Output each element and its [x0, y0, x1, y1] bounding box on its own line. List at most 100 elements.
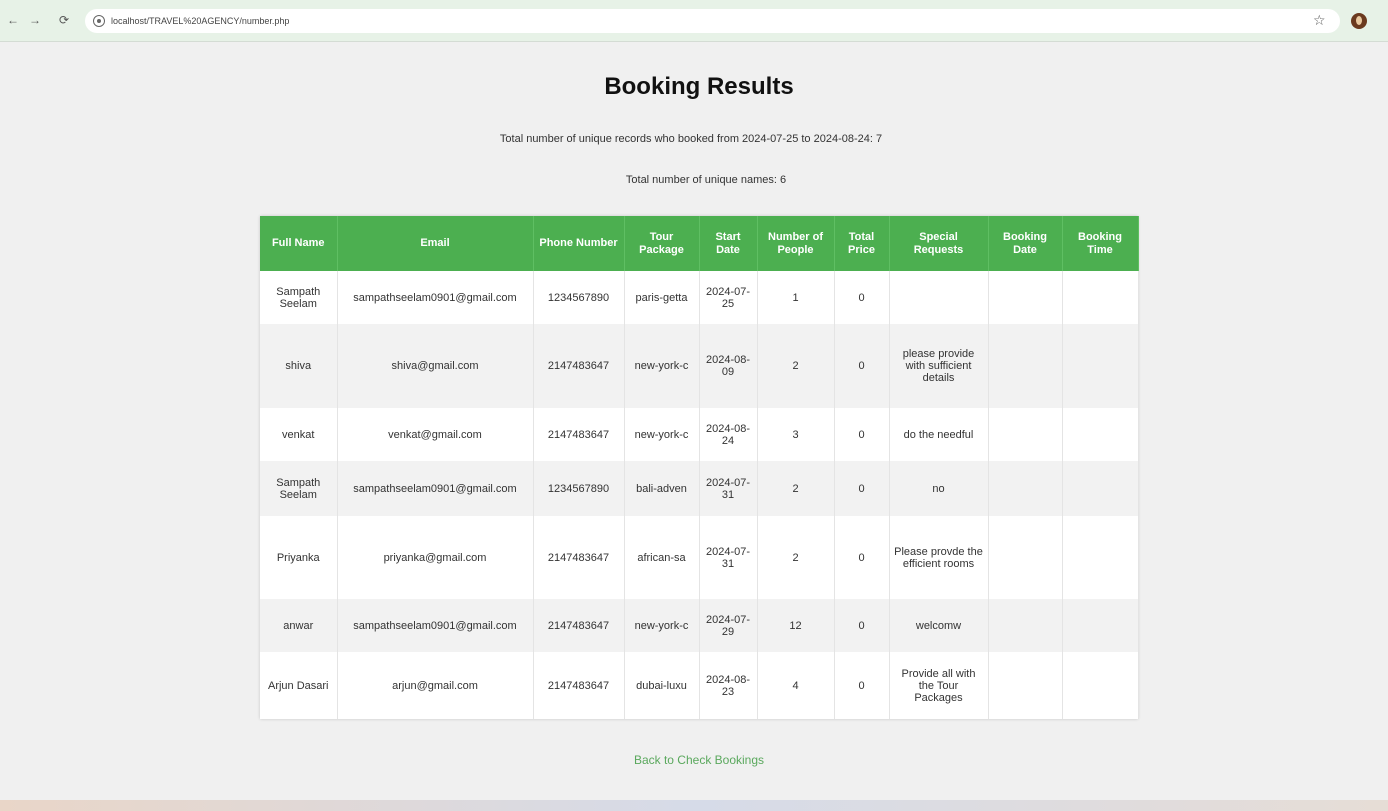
table-row: shiva shiva@gmail.com 2147483647 new-yor… [260, 324, 1139, 408]
unique-records-summary: Total number of unique records who booke… [499, 133, 883, 145]
cell-tour-package: bali-adven [624, 461, 700, 516]
page-title: Booking Results [604, 73, 794, 100]
cell-number-of-people: 2 [757, 324, 835, 408]
cell-booking-time [1062, 516, 1139, 599]
cell-booking-date [988, 599, 1063, 652]
table-row: Sampath Seelam sampathseelam0901@gmail.c… [260, 271, 1139, 324]
address-bar[interactable]: localhost/TRAVEL%20AGENCY/number.php [85, 9, 1340, 33]
cell-total-price: 0 [834, 461, 890, 516]
cell-total-price: 0 [834, 408, 890, 461]
cell-special-requests: Please provde the efficient rooms [889, 516, 989, 599]
cell-number-of-people: 2 [757, 516, 835, 599]
bookmark-star-icon[interactable]: ☆ [1313, 10, 1326, 30]
cell-full-name: shiva [260, 324, 338, 408]
cell-booking-time [1062, 461, 1139, 516]
back-to-check-bookings-link[interactable]: Back to Check Bookings [0, 753, 1388, 767]
cell-start-date: 2024-08-09 [699, 324, 758, 408]
cell-number-of-people: 2 [757, 461, 835, 516]
cell-special-requests: please provide with sufficient details [889, 324, 989, 408]
cell-booking-date [988, 652, 1063, 719]
cell-phone-number: 1234567890 [533, 271, 625, 324]
cell-phone-number: 2147483647 [533, 408, 625, 461]
cell-special-requests: Provide all with the Tour Packages [889, 652, 989, 719]
cell-email: arjun@gmail.com [337, 652, 534, 719]
header-tour-package: Tour Package [624, 216, 700, 271]
back-icon[interactable]: ← [5, 12, 21, 28]
cell-booking-time [1062, 408, 1139, 461]
cell-full-name: anwar [260, 599, 338, 652]
cell-full-name: Sampath Seelam [260, 461, 338, 516]
header-full-name: Full Name [260, 216, 338, 271]
reload-icon[interactable]: ⟳ [56, 12, 72, 28]
header-start-date: Start Date [699, 216, 758, 271]
cell-booking-date [988, 271, 1063, 324]
cell-booking-time [1062, 599, 1139, 652]
cell-number-of-people: 4 [757, 652, 835, 719]
desktop-taskbar-edge [0, 800, 1388, 811]
cell-full-name: Sampath Seelam [260, 271, 338, 324]
header-number-of-people: Number of People [757, 216, 835, 271]
cell-email: sampathseelam0901@gmail.com [337, 271, 534, 324]
cell-total-price: 0 [834, 324, 890, 408]
table-row: anwar sampathseelam0901@gmail.com 214748… [260, 599, 1139, 652]
header-total-price: Total Price [834, 216, 890, 271]
cell-total-price: 0 [834, 516, 890, 599]
cell-start-date: 2024-08-24 [699, 408, 758, 461]
table-header-row: Full Name Email Phone Number Tour Packag… [260, 216, 1139, 271]
cell-special-requests [889, 271, 989, 324]
url-text[interactable]: localhost/TRAVEL%20AGENCY/number.php [111, 14, 289, 28]
cell-tour-package: paris-getta [624, 271, 700, 324]
cell-email: priyanka@gmail.com [337, 516, 534, 599]
table-row: venkat venkat@gmail.com 2147483647 new-y… [260, 408, 1139, 461]
cell-start-date: 2024-07-29 [699, 599, 758, 652]
cell-number-of-people: 12 [757, 599, 835, 652]
cell-full-name: venkat [260, 408, 338, 461]
cell-tour-package: dubai-luxu [624, 652, 700, 719]
table-row: Sampath Seelam sampathseelam0901@gmail.c… [260, 461, 1139, 516]
cell-total-price: 0 [834, 271, 890, 324]
cell-email: shiva@gmail.com [337, 324, 534, 408]
header-booking-date: Booking Date [988, 216, 1063, 271]
cell-email: sampathseelam0901@gmail.com [337, 599, 534, 652]
profile-avatar-icon[interactable] [1351, 13, 1367, 29]
cell-phone-number: 1234567890 [533, 461, 625, 516]
header-booking-time: Booking Time [1062, 216, 1139, 271]
cell-start-date: 2024-07-25 [699, 271, 758, 324]
cell-special-requests: do the needful [889, 408, 989, 461]
cell-start-date: 2024-07-31 [699, 461, 758, 516]
forward-icon[interactable]: → [27, 12, 43, 28]
cell-tour-package: new-york-c [624, 408, 700, 461]
site-info-icon[interactable] [93, 15, 105, 27]
cell-full-name: Arjun Dasari [260, 652, 338, 719]
header-special-requests: Special Requests [889, 216, 989, 271]
cell-tour-package: new-york-c [624, 324, 700, 408]
cell-tour-package: african-sa [624, 516, 700, 599]
unique-names-summary: Total number of unique names: 6 [625, 174, 787, 186]
cell-booking-date [988, 408, 1063, 461]
cell-tour-package: new-york-c [624, 599, 700, 652]
table-row: Priyanka priyanka@gmail.com 2147483647 a… [260, 516, 1139, 599]
cell-phone-number: 2147483647 [533, 516, 625, 599]
cell-special-requests: no [889, 461, 989, 516]
cell-booking-date [988, 324, 1063, 408]
cell-start-date: 2024-07-31 [699, 516, 758, 599]
header-phone-number: Phone Number [533, 216, 625, 271]
cell-total-price: 0 [834, 652, 890, 719]
cell-phone-number: 2147483647 [533, 599, 625, 652]
booking-results-table-container: Full Name Email Phone Number Tour Packag… [260, 216, 1139, 719]
booking-results-table: Full Name Email Phone Number Tour Packag… [260, 216, 1139, 719]
cell-email: sampathseelam0901@gmail.com [337, 461, 534, 516]
cell-email: venkat@gmail.com [337, 408, 534, 461]
cell-booking-date [988, 461, 1063, 516]
cell-booking-time [1062, 271, 1139, 324]
cell-booking-date [988, 516, 1063, 599]
cell-booking-time [1062, 652, 1139, 719]
cell-booking-time [1062, 324, 1139, 408]
table-row: Arjun Dasari arjun@gmail.com 2147483647 … [260, 652, 1139, 719]
browser-toolbar: ← → ⟳ localhost/TRAVEL%20AGENCY/number.p… [0, 0, 1388, 42]
cell-full-name: Priyanka [260, 516, 338, 599]
cell-phone-number: 2147483647 [533, 324, 625, 408]
cell-start-date: 2024-08-23 [699, 652, 758, 719]
cell-number-of-people: 1 [757, 271, 835, 324]
header-email: Email [337, 216, 534, 271]
